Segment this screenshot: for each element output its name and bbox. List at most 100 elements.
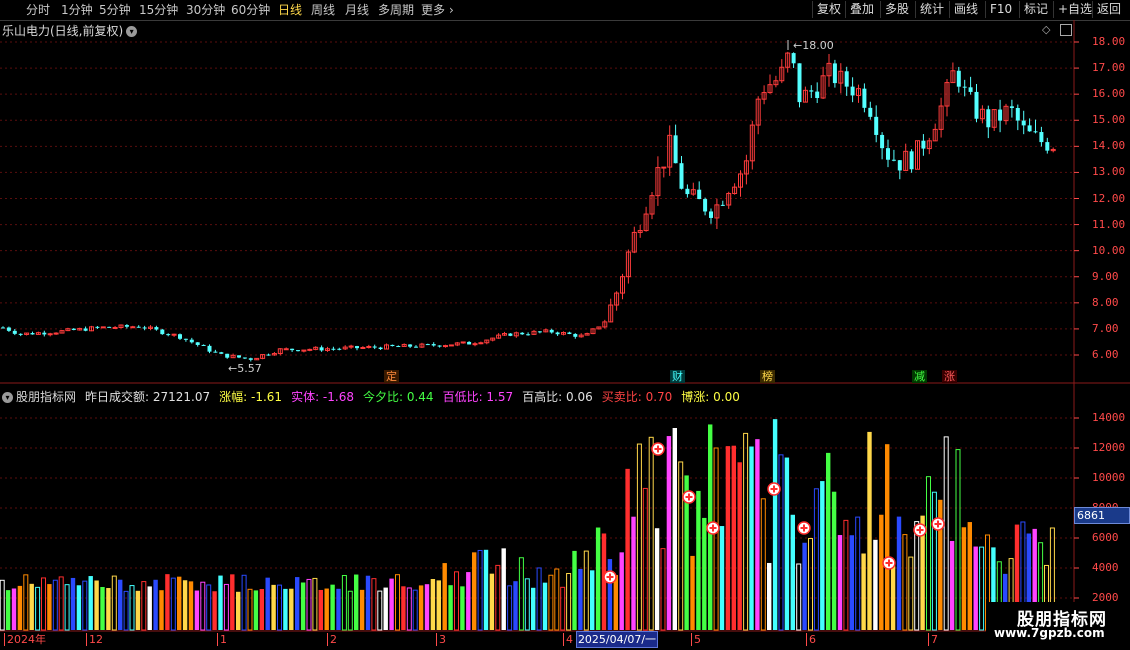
volume-bar <box>359 589 365 630</box>
volume-bar <box>772 419 778 630</box>
volume-bar <box>141 581 147 631</box>
event-tag-0[interactable]: 定 <box>384 370 399 383</box>
volume-bar <box>760 498 766 631</box>
candle-body <box>443 345 448 348</box>
volume-bar <box>194 590 200 630</box>
volume-bar <box>542 582 548 630</box>
candle-body <box>1039 132 1044 143</box>
event-tag-3[interactable]: 减 <box>912 370 927 383</box>
volume-bar <box>973 546 978 630</box>
candle-body <box>697 189 702 200</box>
candle-body <box>154 327 159 330</box>
volume-bar <box>247 588 253 631</box>
volume-bar <box>460 586 465 630</box>
candle-body <box>891 159 896 161</box>
high-price-label: ←18.00 <box>793 39 834 52</box>
volume-bar <box>82 580 88 631</box>
volume-bar <box>536 567 542 631</box>
candle-body <box>107 326 112 328</box>
indicator-item-3: 今夕比: 0.44 <box>362 390 434 404</box>
volume-bar <box>35 586 41 631</box>
volume-bar <box>796 563 802 631</box>
volume-bar <box>654 528 660 630</box>
candle-body <box>296 350 300 352</box>
volume-bar <box>531 587 536 630</box>
low-price-label: ←5.57 <box>228 362 262 375</box>
candle-body <box>408 344 413 347</box>
volume-bar <box>418 585 424 630</box>
candle-body <box>1033 131 1038 133</box>
candle-body <box>183 338 188 340</box>
candle-body <box>874 116 879 135</box>
volume-bar <box>306 578 312 631</box>
price-tick-label: 13.00 <box>1092 165 1126 179</box>
event-tag-1[interactable]: 财 <box>670 370 685 383</box>
volume-bar <box>755 439 760 630</box>
volume-bar <box>94 580 99 630</box>
volume-bar <box>483 549 489 630</box>
candle-body <box>467 341 472 345</box>
indicator-header: ▾ 股朋指标网 昨日成交额: 27121.07 涨幅: -1.61 实体: -1.68 今… <box>2 388 748 405</box>
volume-bar <box>123 590 129 631</box>
volume-tick-label: 10000 <box>1092 471 1126 484</box>
volume-bar <box>5 590 11 630</box>
candle-body <box>130 326 136 329</box>
candle-body <box>207 345 212 352</box>
event-tag-2[interactable]: 榜 <box>760 370 775 383</box>
candle-body <box>549 329 554 333</box>
volume-bar <box>583 550 589 631</box>
volume-cursor-value: 6861 <box>1074 507 1130 524</box>
volume-bar <box>442 563 447 630</box>
volume-bar <box>206 584 212 631</box>
time-axis-label: 12 <box>86 633 103 646</box>
chevron-down-icon[interactable]: ▾ <box>2 392 13 403</box>
candle-body <box>555 332 560 335</box>
volume-bar <box>182 580 188 630</box>
event-tag-4[interactable]: 涨 <box>942 370 957 383</box>
volume-bar <box>135 590 141 630</box>
volume-bar <box>967 522 972 630</box>
volume-bar <box>406 587 412 631</box>
candle-body <box>307 348 313 351</box>
candle-body <box>213 351 218 353</box>
candle-body <box>47 333 53 336</box>
volume-bar <box>383 587 388 630</box>
time-axis-label: 7 <box>928 633 938 646</box>
volume-bar <box>330 584 335 630</box>
candle-body <box>42 332 47 335</box>
candle-body <box>136 326 141 328</box>
volume-bar <box>885 444 890 630</box>
volume-bar <box>513 581 518 630</box>
volume-bar <box>873 539 878 630</box>
candle-body <box>448 344 454 347</box>
volume-bar <box>147 586 152 630</box>
price-tick-label: 18.00 <box>1092 35 1126 48</box>
volume-bar <box>188 581 194 630</box>
candle-body <box>219 352 224 354</box>
volume-bar <box>159 590 164 630</box>
volume-bar <box>371 578 377 631</box>
volume-bar <box>802 542 807 630</box>
candle-body <box>12 330 17 334</box>
volume-bar <box>212 591 217 630</box>
volume-bar <box>713 447 719 631</box>
volume-tick-label: 12000 <box>1092 441 1126 454</box>
time-axis-label: 3 <box>436 633 446 646</box>
kline-chart[interactable]: ←18.00 ←5.57 <box>0 0 1130 650</box>
volume-bar <box>106 588 111 630</box>
volume-bar <box>784 457 790 630</box>
volume-bar <box>389 578 394 630</box>
price-tick-label: 15.00 <box>1092 113 1126 127</box>
candle-body <box>331 348 336 350</box>
volume-bar <box>153 579 158 630</box>
volume-bar <box>472 552 477 630</box>
candle-body <box>100 326 106 329</box>
volume-bar <box>448 585 453 630</box>
volume-bar <box>501 548 506 630</box>
candle-body <box>83 328 88 331</box>
volume-bar <box>129 585 135 631</box>
candle-body <box>709 211 713 218</box>
candle-body <box>844 71 849 87</box>
volume-bar <box>660 548 666 631</box>
volume-bar <box>424 584 430 630</box>
